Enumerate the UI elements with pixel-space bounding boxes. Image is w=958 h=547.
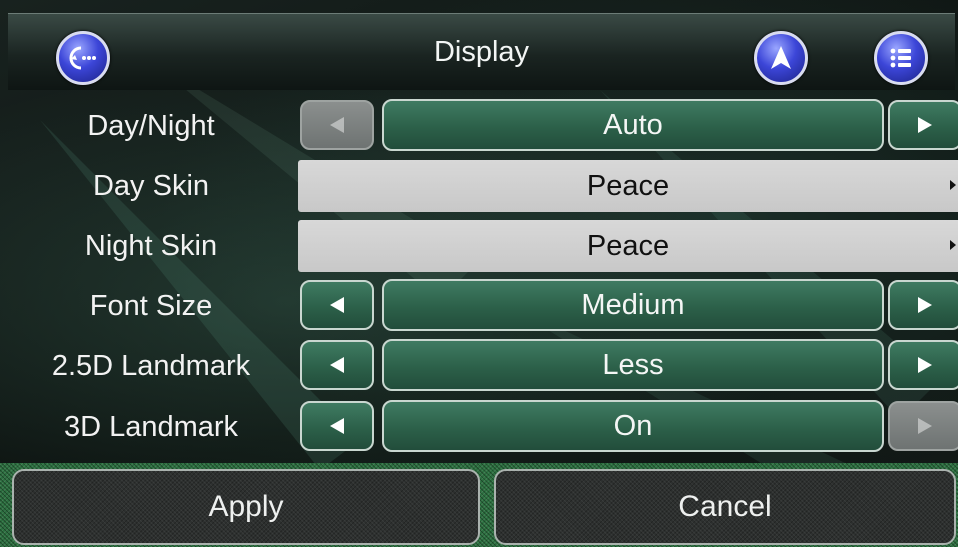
- page-title: Display: [433, 36, 530, 68]
- landmark-3d-value: On: [382, 400, 884, 452]
- landmark-2-5d-prev-button[interactable]: [300, 340, 374, 390]
- night-skin-value: Peace: [586, 230, 670, 262]
- font-size-next-button[interactable]: [888, 280, 958, 330]
- day-night-label: Day/Night: [87, 110, 215, 142]
- day-night-prev-button[interactable]: [300, 100, 374, 150]
- expand-arrow-icon: [950, 180, 956, 190]
- day-night-next-button[interactable]: [888, 100, 958, 150]
- landmark-2-5d-label: 2.5D Landmark: [51, 350, 251, 382]
- expand-arrow-icon: [950, 240, 956, 250]
- left-arrow-icon: [330, 117, 344, 133]
- landmark-2-5d-value: Less: [382, 339, 884, 391]
- navigation-arrow-icon: [771, 46, 791, 69]
- right-arrow-icon: [918, 297, 932, 313]
- menu-button[interactable]: [874, 31, 928, 85]
- right-arrow-icon: [918, 418, 932, 434]
- left-arrow-icon: [330, 418, 344, 434]
- night-skin-label: Night Skin: [84, 230, 218, 262]
- night-skin-selector[interactable]: Peace: [298, 220, 958, 272]
- landmark-3d-label: 3D Landmark: [63, 411, 239, 443]
- header-bar: Display: [8, 13, 955, 90]
- cancel-button[interactable]: Cancel: [494, 469, 956, 545]
- navigate-button[interactable]: [754, 31, 808, 85]
- left-arrow-icon: [330, 357, 344, 373]
- day-night-value: Auto: [382, 99, 884, 151]
- landmark-3d-next-button[interactable]: [888, 401, 958, 451]
- apply-button[interactable]: Apply: [12, 469, 480, 545]
- day-skin-value: Peace: [586, 170, 670, 202]
- left-arrow-icon: [330, 297, 344, 313]
- menu-list-icon: [890, 48, 911, 68]
- day-skin-selector[interactable]: Peace: [298, 160, 958, 212]
- font-size-label: Font Size: [89, 290, 213, 322]
- day-skin-label: Day Skin: [92, 170, 210, 202]
- font-size-prev-button[interactable]: [300, 280, 374, 330]
- right-arrow-icon: [918, 117, 932, 133]
- landmark-3d-prev-button[interactable]: [300, 401, 374, 451]
- font-size-value: Medium: [382, 279, 884, 331]
- landmark-2-5d-next-button[interactable]: [888, 340, 958, 390]
- right-arrow-icon: [918, 357, 932, 373]
